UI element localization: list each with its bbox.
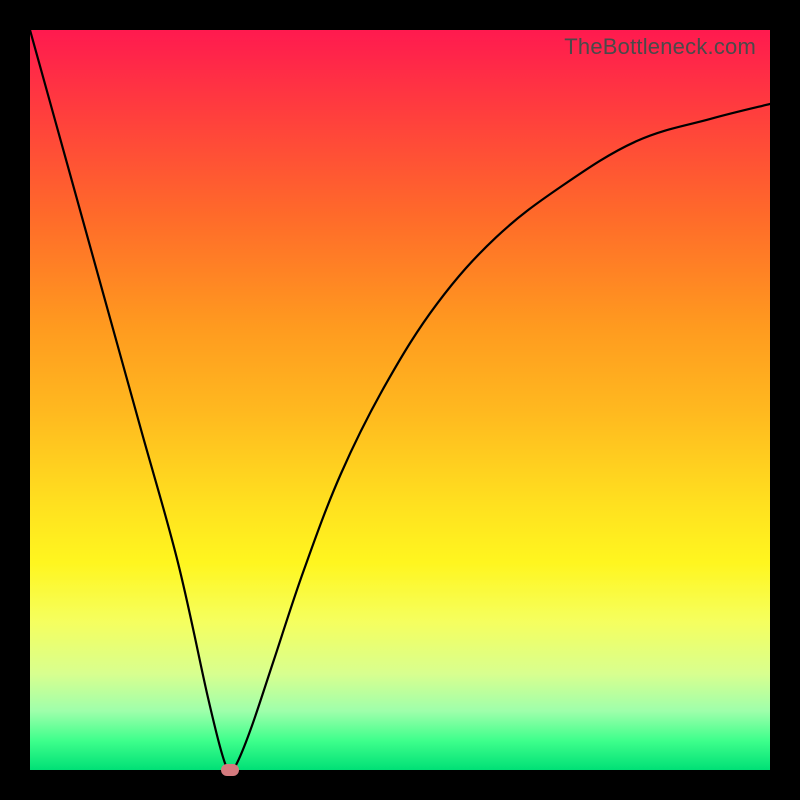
curve-svg (30, 30, 770, 770)
bottleneck-curve-path (30, 30, 770, 770)
min-point-marker (221, 764, 239, 776)
chart-frame: TheBottleneck.com (0, 0, 800, 800)
plot-area: TheBottleneck.com (30, 30, 770, 770)
